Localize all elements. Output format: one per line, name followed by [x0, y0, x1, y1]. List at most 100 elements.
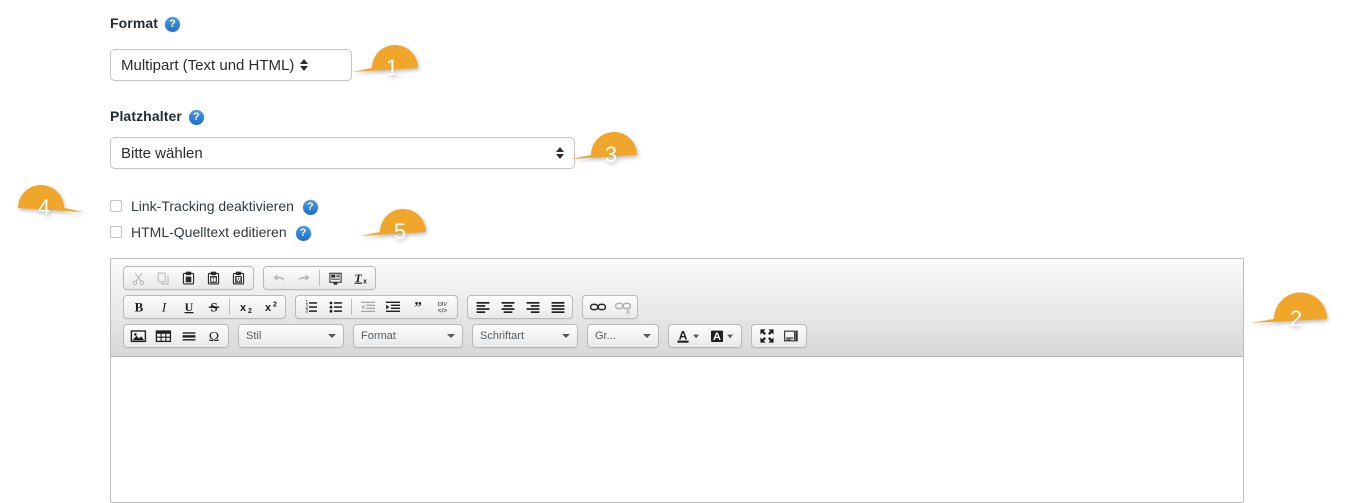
- format-select-value: Multipart (Text und HTML): [121, 56, 295, 74]
- increase-indent-icon[interactable]: [380, 296, 405, 318]
- svg-text:W: W: [236, 277, 242, 283]
- blockquote-icon[interactable]: ”: [405, 296, 430, 318]
- chevron-down-icon: [328, 334, 336, 338]
- svg-text:2: 2: [273, 302, 277, 309]
- html-source-label: HTML-Quelltext editieren: [131, 224, 287, 240]
- placeholder-field-label: Platzhalter ?: [110, 108, 204, 125]
- style-dropdown-label: Stil: [246, 330, 262, 342]
- subscript-icon[interactable]: x 2: [233, 296, 258, 318]
- basic-styles-group: B I U S x 2 x 2: [123, 295, 286, 319]
- view-group: [751, 324, 807, 348]
- svg-text:x: x: [363, 279, 367, 286]
- special-character-icon[interactable]: Ω: [201, 325, 226, 347]
- toolbar-row-insert: Ω Stil Format Schriftart Gr... A A: [123, 324, 1237, 348]
- help-icon[interactable]: ?: [165, 16, 181, 32]
- remove-format-icon[interactable]: T x: [348, 267, 373, 289]
- font-size-dropdown[interactable]: Gr...: [587, 324, 659, 348]
- editor-toolbar: T W T x B I U S x 2 x 2 1 2 3 ” DIV </> …: [111, 259, 1243, 357]
- svg-text:2: 2: [248, 308, 252, 315]
- svg-text:I: I: [160, 299, 166, 314]
- svg-text:3: 3: [305, 308, 308, 314]
- link-group: x: [582, 295, 638, 319]
- create-div-icon[interactable]: DIV </>: [430, 296, 455, 318]
- align-center-icon[interactable]: [495, 296, 520, 318]
- format-dropdown[interactable]: Format: [353, 324, 463, 348]
- table-icon[interactable]: [151, 325, 176, 347]
- italic-icon[interactable]: I: [151, 296, 176, 318]
- clipboard-group: T W: [123, 266, 254, 290]
- paragraph-group: 1 2 3 ” DIV </>: [295, 295, 458, 319]
- paste-from-word-icon[interactable]: W: [226, 267, 251, 289]
- svg-text:A: A: [679, 329, 688, 343]
- select-stepper-icon: [300, 59, 309, 71]
- help-icon[interactable]: ?: [302, 199, 318, 215]
- toolbar-separator: [319, 270, 320, 286]
- chevron-down-icon: [643, 334, 651, 338]
- toolbar-row-clipboard: T W T x: [123, 266, 1237, 290]
- svg-text:Ω: Ω: [208, 330, 218, 344]
- bold-icon[interactable]: B: [126, 296, 151, 318]
- color-group: A A: [668, 324, 742, 348]
- undo-icon[interactable]: [266, 267, 291, 289]
- editor-content-area[interactable]: [111, 357, 1243, 470]
- format-field-label: Format ?: [110, 15, 181, 32]
- font-dropdown-label: Schriftart: [480, 330, 525, 342]
- checkbox-row-html-source[interactable]: HTML-Quelltext editieren ?: [110, 224, 311, 241]
- svg-text:U: U: [184, 300, 193, 314]
- background-color-icon[interactable]: A: [705, 325, 739, 347]
- help-icon[interactable]: ?: [295, 225, 311, 241]
- strikethrough-icon[interactable]: S: [201, 296, 226, 318]
- callout-marker-2: 2: [1251, 288, 1327, 350]
- chevron-down-icon: [447, 334, 455, 338]
- format-select[interactable]: Multipart (Text und HTML): [110, 49, 352, 81]
- link-tracking-label: Link-Tracking deaktivieren: [131, 198, 294, 214]
- html-source-checkbox[interactable]: [110, 226, 122, 238]
- format-label-text: Format: [110, 15, 159, 31]
- cut-icon[interactable]: [126, 267, 151, 289]
- link-icon[interactable]: [585, 296, 610, 318]
- decrease-indent-icon[interactable]: [355, 296, 380, 318]
- bulleted-list-icon[interactable]: [323, 296, 348, 318]
- rich-text-editor[interactable]: T W T x B I U S x 2 x 2 1 2 3 ” DIV </> …: [110, 258, 1244, 503]
- horizontal-rule-icon[interactable]: [176, 325, 201, 347]
- toolbar-separator: [229, 299, 230, 315]
- copy-icon[interactable]: [151, 267, 176, 289]
- svg-text:”: ”: [414, 300, 422, 315]
- link-tracking-checkbox[interactable]: [110, 200, 122, 212]
- underline-icon[interactable]: U: [176, 296, 201, 318]
- help-icon[interactable]: ?: [188, 109, 204, 125]
- align-justify-icon[interactable]: [545, 296, 570, 318]
- numbered-list-icon[interactable]: 1 2 3: [298, 296, 323, 318]
- alignment-group: [467, 295, 573, 319]
- style-dropdown[interactable]: Stil: [238, 324, 344, 348]
- callout-marker-1: 1: [352, 41, 418, 95]
- font-size-dropdown-label: Gr...: [595, 330, 616, 342]
- checkbox-row-link-tracking[interactable]: Link-Tracking deaktivieren ?: [110, 198, 318, 215]
- format-dropdown-label: Format: [361, 330, 396, 342]
- svg-text:A: A: [713, 331, 721, 343]
- svg-text:T: T: [212, 276, 216, 283]
- insert-group: Ω: [123, 324, 229, 348]
- templates-icon[interactable]: [323, 267, 348, 289]
- superscript-icon[interactable]: x 2: [258, 296, 283, 318]
- redo-icon[interactable]: [291, 267, 316, 289]
- undo-redo-group: T x: [263, 266, 376, 290]
- text-color-icon[interactable]: A: [671, 325, 705, 347]
- placeholder-select[interactable]: Bitte wählen: [110, 137, 575, 169]
- paste-icon[interactable]: [176, 267, 201, 289]
- select-stepper-icon: [556, 147, 564, 159]
- toolbar-row-formatting: B I U S x 2 x 2 1 2 3 ” DIV </> x: [123, 295, 1237, 319]
- show-blocks-icon[interactable]: [779, 325, 804, 347]
- paste-as-plain-text-icon[interactable]: T: [201, 267, 226, 289]
- unlink-icon[interactable]: x: [610, 296, 635, 318]
- maximize-icon[interactable]: [754, 325, 779, 347]
- placeholder-select-value: Bitte wählen: [121, 144, 203, 162]
- align-right-icon[interactable]: [520, 296, 545, 318]
- callout-marker-5: 5: [360, 205, 426, 259]
- image-icon[interactable]: [126, 325, 151, 347]
- toolbar-separator: [351, 299, 352, 315]
- font-dropdown[interactable]: Schriftart: [472, 324, 578, 348]
- svg-text:x: x: [265, 302, 272, 314]
- callout-marker-4: 4: [18, 181, 84, 235]
- align-left-icon[interactable]: [470, 296, 495, 318]
